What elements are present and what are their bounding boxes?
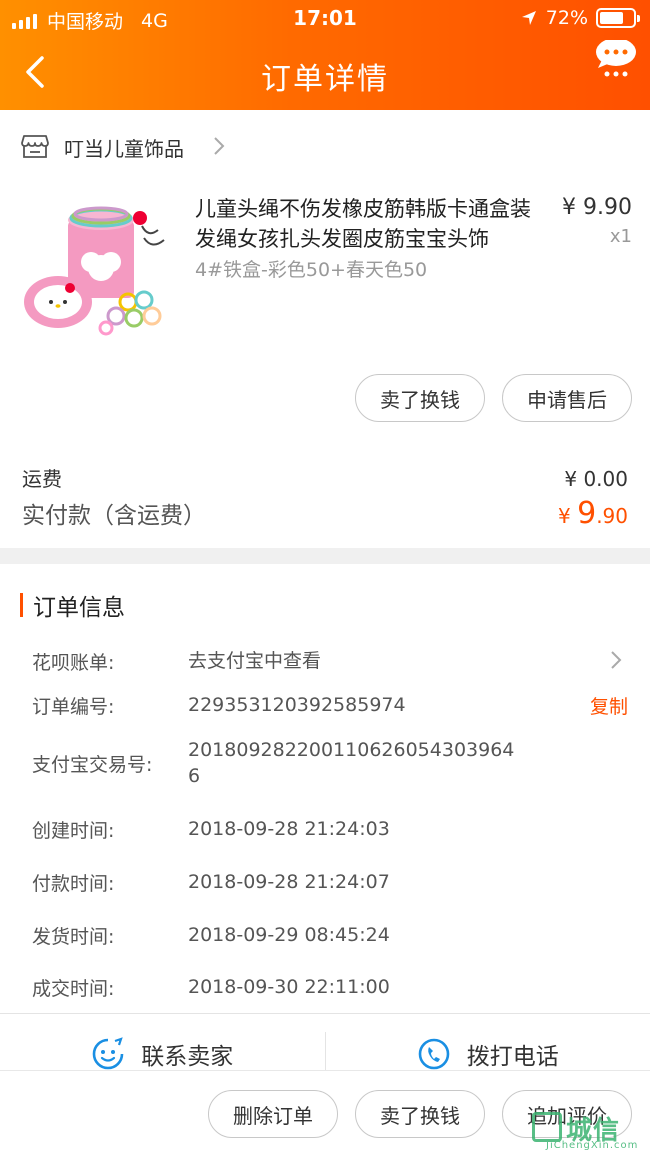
shop-name[interactable]: 叮当儿童饰品 <box>64 133 184 162</box>
shop-row[interactable]: 叮当儿童饰品 <box>0 125 650 167</box>
shipped-time-value: 2018-09-29 08:45:24 <box>188 924 390 946</box>
battery-percent: 72% <box>545 7 588 29</box>
paid-time-label: 付款时间: <box>32 873 115 895</box>
page-title: 订单详情 <box>261 62 389 97</box>
shipping-label: 运费 <box>22 467 62 491</box>
header: 中国移动 4G 17:01 72% 订单详情 <box>0 0 650 110</box>
huabei-label: 花呗账单: <box>32 652 115 674</box>
chevron-right-icon <box>611 651 622 669</box>
contact-seller-label: 联系卖家 <box>141 1043 234 1070</box>
sell-for-cash-button[interactable]: 卖了换钱 <box>355 374 485 422</box>
huabei-row[interactable]: 花呗账单: 去支付宝中查看 <box>32 648 628 674</box>
watermark-logo-icon <box>532 1112 562 1142</box>
product-variant: 4#铁盒-彩色50+春天色50 <box>195 259 428 281</box>
total-paid-value: ¥ 9.90 <box>558 496 628 531</box>
after-sale-button[interactable]: 申请售后 <box>502 374 632 422</box>
total-paid-row: 实付款（含运费） ¥ 9.90 <box>22 496 628 531</box>
closed-time-label: 成交时间: <box>32 978 115 1000</box>
created-time-row: 创建时间: 2018-09-28 21:24:03 <box>32 816 628 842</box>
created-time-value: 2018-09-28 21:24:03 <box>188 818 390 840</box>
alipay-trade-label: 支付宝交易号: <box>32 754 153 776</box>
site-watermark: 城信 JiChengXin.com <box>526 1110 646 1152</box>
alipay-trade-row: 支付宝交易号: 201809282200110626054303964 6 <box>32 737 628 789</box>
watermark-sub: JiChengXin.com <box>546 1140 639 1151</box>
accent-bar <box>20 593 23 617</box>
shipped-time-row: 发货时间: 2018-09-29 08:45:24 <box>32 922 628 948</box>
alipay-trade-value-line1: 201809282200110626054303964 <box>188 739 515 761</box>
paid-time-value: 2018-09-28 21:24:07 <box>188 871 390 893</box>
huabei-value[interactable]: 去支付宝中查看 <box>188 648 321 674</box>
order-number-label: 订单编号: <box>32 696 115 718</box>
currency-symbol: ¥ <box>558 504 578 528</box>
shipped-time-label: 发货时间: <box>32 926 115 948</box>
sell-for-cash-button-bottom[interactable]: 卖了换钱 <box>355 1090 485 1138</box>
closed-time-value: 2018-09-30 22:11:00 <box>188 976 390 998</box>
section-divider <box>0 548 650 564</box>
order-number-value: 229353120392585974 <box>188 694 406 716</box>
battery-icon <box>596 8 640 28</box>
shipping-fee-row: 运费 ¥ 0.00 <box>22 463 628 492</box>
product-price: ¥ 9.90 <box>562 195 632 220</box>
order-info-title: 订单信息 <box>33 595 125 621</box>
delete-order-button[interactable]: 删除订单 <box>208 1090 338 1138</box>
shipping-value: ¥ 0.00 <box>564 467 628 491</box>
alipay-trade-value-line2: 6 <box>188 765 201 787</box>
store-icon <box>21 135 49 158</box>
status-bar: 中国移动 4G 17:01 72% <box>0 0 650 38</box>
created-time-label: 创建时间: <box>32 820 115 842</box>
navbar: 订单详情 <box>0 38 650 110</box>
product-title[interactable]: 儿童头绳不伤发橡皮筋韩版卡通盒装发绳女孩扎头发圈皮筋宝宝头饰 <box>195 194 545 254</box>
location-icon <box>521 11 536 25</box>
total-int: 9 <box>577 496 597 531</box>
call-phone-label: 拨打电话 <box>466 1043 559 1070</box>
closed-time-row: 成交时间: 2018-09-30 22:11:00 <box>32 974 628 1000</box>
product-thumbnail[interactable] <box>20 190 175 345</box>
message-more-icon[interactable] <box>594 40 638 80</box>
product-quantity: x1 <box>609 226 632 247</box>
phone-icon <box>418 1038 450 1069</box>
paid-time-row: 付款时间: 2018-09-28 21:24:07 <box>32 869 628 895</box>
copy-button[interactable]: 复制 <box>590 692 628 719</box>
order-number-row: 订单编号: 229353120392585974 复制 <box>32 692 628 718</box>
order-info-header: 订单信息 <box>20 588 125 622</box>
total-decimal: .90 <box>596 504 628 528</box>
chat-face-icon <box>92 1036 124 1069</box>
total-paid-label: 实付款（含运费） <box>22 503 206 529</box>
chevron-right-icon <box>214 137 225 155</box>
